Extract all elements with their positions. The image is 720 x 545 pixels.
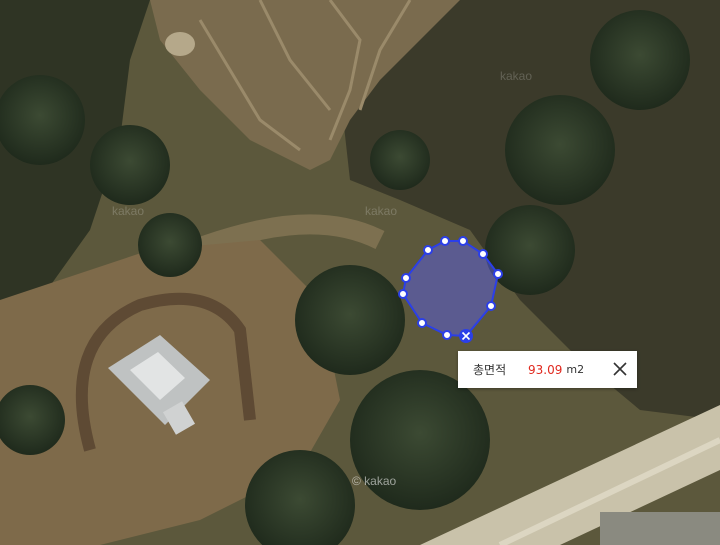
- area-unit: m2: [566, 363, 585, 376]
- map-watermark-ghost: kakao: [112, 204, 144, 218]
- tree-cluster: [590, 10, 690, 110]
- polygon-vertex-handle[interactable]: [458, 236, 468, 246]
- polygon-vertex-handle[interactable]: [423, 245, 433, 255]
- close-icon[interactable]: [611, 360, 629, 378]
- polygon-vertex-handle[interactable]: [401, 273, 411, 283]
- tree-cluster: [90, 125, 170, 205]
- tree-cluster: [350, 370, 490, 510]
- map-watermark-ghost: kakao: [365, 204, 397, 218]
- total-area-label: 총면적: [473, 363, 507, 377]
- polygon-vertex-handle[interactable]: [486, 301, 496, 311]
- tomb-mound: [165, 32, 195, 56]
- polygon-vertex-handle[interactable]: [478, 249, 488, 259]
- area-result-popup: 총면적 93.09 m2: [458, 351, 637, 388]
- tree-cluster: [138, 213, 202, 277]
- delete-vertex-icon[interactable]: [459, 329, 473, 343]
- polygon-vertex-handle[interactable]: [398, 289, 408, 299]
- satellite-map[interactable]: © kakao kakao kakao kakao: [0, 0, 720, 545]
- map-watermark: © kakao: [352, 474, 397, 488]
- polygon-vertex-handle[interactable]: [493, 269, 503, 279]
- polygon-vertex-handle[interactable]: [440, 236, 450, 246]
- tree-cluster: [505, 95, 615, 205]
- tree-cluster: [485, 205, 575, 295]
- polygon-vertex-handle[interactable]: [442, 330, 452, 340]
- polygon-vertex-handle[interactable]: [417, 318, 427, 328]
- total-area-value: 93.09: [528, 362, 563, 377]
- tree-cluster: [370, 130, 430, 190]
- tree-cluster: [295, 265, 405, 375]
- building-roof: [600, 512, 720, 545]
- map-watermark-ghost: kakao: [500, 69, 532, 83]
